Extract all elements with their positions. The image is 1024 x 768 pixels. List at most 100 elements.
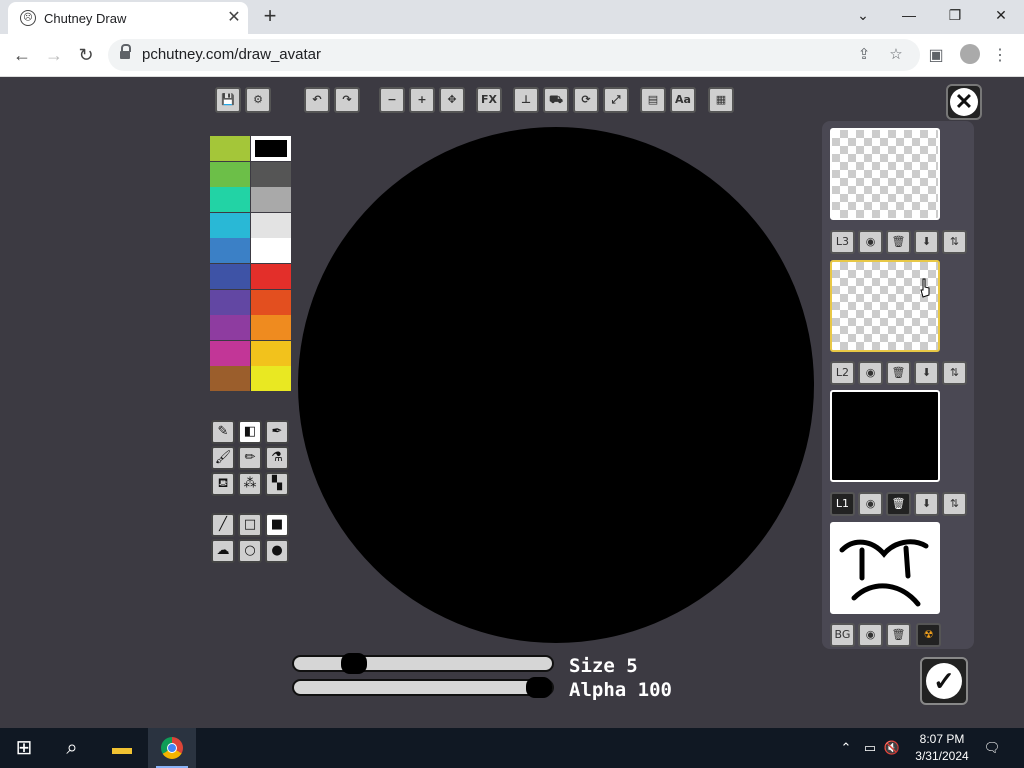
color-swatch[interactable] bbox=[251, 289, 291, 315]
color-swatch[interactable] bbox=[210, 264, 250, 289]
paint-brush-tool-icon[interactable]: 🖌 bbox=[211, 446, 235, 470]
close-editor-button[interactable]: ✕ bbox=[946, 84, 982, 120]
move-icon[interactable]: ✥ bbox=[439, 87, 465, 113]
brush-tool-icon[interactable]: ✎ bbox=[211, 420, 235, 444]
line-tool-icon[interactable]: ╱ bbox=[211, 513, 235, 537]
color-swatch[interactable] bbox=[210, 289, 250, 315]
share-icon[interactable]: ⇪ bbox=[854, 45, 874, 65]
size-slider[interactable] bbox=[292, 653, 554, 674]
url-text[interactable]: pchutney.com/draw_avatar bbox=[142, 46, 321, 63]
side-panel-icon[interactable]: ▣ bbox=[926, 46, 946, 66]
rotate-icon[interactable]: ⟳ bbox=[573, 87, 599, 113]
maximize-button[interactable]: ❐ bbox=[932, 0, 978, 32]
save-icon[interactable]: 💾 bbox=[215, 87, 241, 113]
reload-icon[interactable]: ↻ bbox=[72, 42, 100, 68]
eye-icon[interactable]: ◉ bbox=[858, 623, 883, 647]
radioactive-icon[interactable]: ☢ bbox=[916, 623, 941, 647]
profile-avatar-icon[interactable] bbox=[960, 44, 980, 64]
minimize-button[interactable]: — bbox=[886, 0, 932, 32]
network-icon[interactable]: ▭ bbox=[860, 728, 880, 768]
bookmark-star-icon[interactable]: ☆ bbox=[886, 45, 906, 65]
eraser-tool-icon[interactable]: ◧ bbox=[238, 420, 262, 444]
file-explorer-icon[interactable]: ▬ bbox=[98, 728, 146, 768]
kebab-menu-icon[interactable]: ⋮ bbox=[990, 46, 1010, 66]
stamp-icon[interactable]: ⊥ bbox=[513, 87, 539, 113]
arrow-down-icon[interactable]: ⬇ bbox=[914, 492, 939, 516]
color-swatch[interactable] bbox=[210, 238, 250, 264]
address-bar[interactable]: pchutney.com/draw_avatar ⇪ ☆ bbox=[108, 39, 920, 71]
spray-tool-icon[interactable]: ⁂ bbox=[238, 472, 262, 496]
fx-button[interactable]: FX bbox=[476, 87, 502, 113]
zoom-in-icon[interactable]: + bbox=[409, 87, 435, 113]
back-arrow-icon[interactable]: ← bbox=[8, 42, 36, 68]
color-swatch[interactable] bbox=[251, 366, 291, 392]
blob-tool-icon[interactable]: ☁ bbox=[211, 539, 235, 563]
merge-layer-icon[interactable]: ⇅ bbox=[942, 361, 967, 385]
layer-2-thumbnail[interactable] bbox=[830, 260, 940, 352]
background-layer-thumbnail[interactable] bbox=[830, 522, 940, 614]
color-swatch[interactable] bbox=[210, 136, 250, 161]
notifications-icon[interactable]: 🗨 bbox=[978, 728, 1006, 768]
layer-1-thumbnail[interactable] bbox=[830, 390, 940, 482]
color-swatch[interactable] bbox=[210, 315, 250, 341]
pattern-tool-icon[interactable]: ▚ bbox=[265, 472, 289, 496]
alpha-slider-handle[interactable] bbox=[526, 677, 552, 698]
browser-tab[interactable]: ☹ Chutney Draw ✕ bbox=[8, 2, 248, 34]
color-swatch[interactable] bbox=[251, 315, 291, 341]
tab-close-icon[interactable]: ✕ bbox=[224, 8, 244, 28]
trash-icon[interactable]: 🗑 bbox=[886, 492, 911, 516]
rectangle-outline-tool-icon[interactable]: □ bbox=[238, 513, 262, 537]
color-swatch[interactable] bbox=[251, 212, 291, 238]
color-swatch[interactable] bbox=[251, 187, 291, 213]
color-swatch[interactable] bbox=[251, 340, 291, 366]
trash-icon[interactable]: 🗑 bbox=[886, 361, 911, 385]
size-slider-handle[interactable] bbox=[340, 653, 367, 674]
circle-outline-tool-icon[interactable]: ○ bbox=[238, 539, 262, 563]
color-swatch[interactable] bbox=[251, 161, 291, 187]
undo-icon[interactable]: ↶ bbox=[304, 87, 330, 113]
color-swatch[interactable] bbox=[251, 136, 291, 161]
lock-icon[interactable] bbox=[120, 44, 131, 59]
arrow-down-icon[interactable]: ⬇ bbox=[914, 230, 939, 254]
color-swatch[interactable] bbox=[251, 264, 291, 289]
search-icon[interactable]: ⌕ bbox=[48, 728, 96, 768]
zoom-out-icon[interactable]: − bbox=[379, 87, 405, 113]
chevron-up-icon[interactable]: ⌃ bbox=[836, 728, 856, 768]
chrome-taskbar-icon[interactable] bbox=[148, 728, 196, 768]
tab-search-button[interactable]: ⌄ bbox=[840, 0, 886, 32]
drawing-canvas[interactable] bbox=[298, 127, 814, 643]
forklift-icon[interactable]: ⛟ bbox=[543, 87, 569, 113]
layer-3-thumbnail[interactable] bbox=[830, 128, 940, 220]
color-swatch[interactable] bbox=[210, 161, 250, 187]
window-close-button[interactable]: ✕ bbox=[978, 0, 1024, 32]
resize-icon[interactable]: ⤢ bbox=[603, 87, 629, 113]
confirm-button[interactable]: ✓ bbox=[920, 657, 968, 705]
color-swatch[interactable] bbox=[210, 212, 250, 238]
dropper-tool-icon[interactable]: ⚗ bbox=[265, 446, 289, 470]
circle-fill-tool-icon[interactable]: ● bbox=[265, 539, 289, 563]
color-swatch[interactable] bbox=[210, 340, 250, 366]
trash-icon[interactable]: 🗑 bbox=[886, 230, 911, 254]
color-swatch[interactable] bbox=[210, 187, 250, 213]
volume-muted-icon[interactable]: 🔇 bbox=[882, 728, 902, 768]
windows-start-icon[interactable]: ⊞ bbox=[0, 728, 48, 768]
redo-icon[interactable]: ↷ bbox=[334, 87, 360, 113]
color-swatch[interactable] bbox=[210, 366, 250, 392]
forward-arrow-icon[interactable]: → bbox=[40, 42, 68, 68]
text-button[interactable]: Aa bbox=[670, 87, 696, 113]
merge-layer-icon[interactable]: ⇅ bbox=[942, 492, 967, 516]
eye-icon[interactable]: ◉ bbox=[858, 492, 883, 516]
eye-icon[interactable]: ◉ bbox=[858, 230, 883, 254]
rectangle-fill-tool-icon[interactable]: ■ bbox=[265, 513, 289, 537]
alpha-slider[interactable] bbox=[292, 677, 554, 698]
transparency-icon[interactable]: ▦ bbox=[708, 87, 734, 113]
clock[interactable]: 8:07 PM 3/31/2024 bbox=[906, 731, 978, 765]
new-tab-button[interactable]: + bbox=[258, 4, 282, 28]
fill-bucket-tool-icon[interactable]: ⛾ bbox=[211, 472, 235, 496]
pen-tool-icon[interactable]: ✒ bbox=[265, 420, 289, 444]
image-icon[interactable]: ▤ bbox=[640, 87, 666, 113]
eye-icon[interactable]: ◉ bbox=[858, 361, 883, 385]
merge-layer-icon[interactable]: ⇅ bbox=[942, 230, 967, 254]
color-swatch[interactable] bbox=[251, 238, 291, 264]
settings-gear-icon[interactable]: ⚙ bbox=[245, 87, 271, 113]
